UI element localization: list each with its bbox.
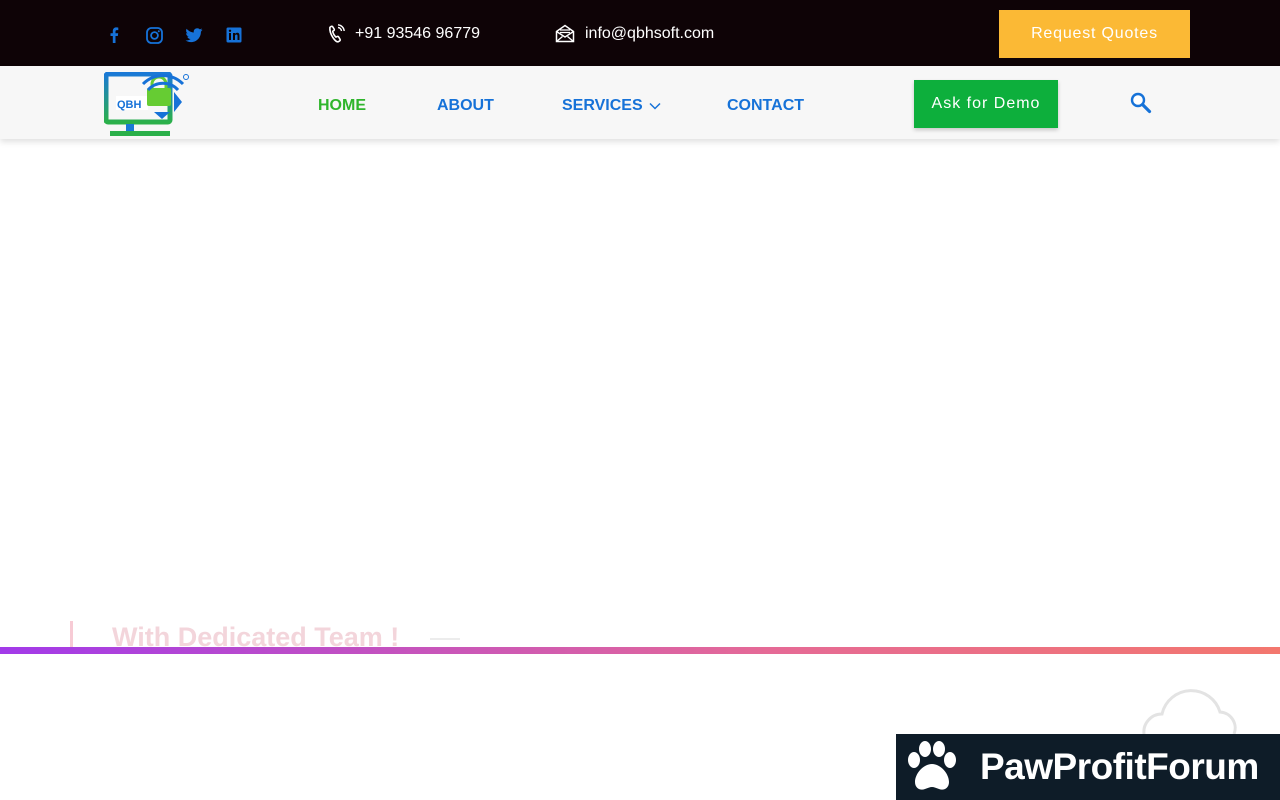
search-icon[interactable] <box>1130 92 1152 119</box>
nav-about[interactable]: ABOUT <box>437 97 494 115</box>
linkedin-icon[interactable] <box>225 26 243 44</box>
mail-icon <box>555 24 575 43</box>
heading-underline <box>430 638 460 640</box>
instagram-icon[interactable] <box>145 26 163 44</box>
gradient-divider <box>0 647 1280 654</box>
phone-contact[interactable]: +91 93546 96779 <box>327 24 480 44</box>
phone-number: +91 93546 96779 <box>355 25 481 42</box>
qbh-logo-icon: QBH <box>103 71 189 136</box>
chevron-down-icon <box>649 102 661 110</box>
top-bar: +91 93546 96779 info@qbhsoft.com Request… <box>0 0 1280 66</box>
main-navbar: QBH HOME ABOUT SERVICES CONTACT Ask for … <box>0 66 1280 139</box>
watermark-text: PawProfitForum <box>980 746 1259 787</box>
email-contact[interactable]: info@qbhsoft.com <box>555 24 714 43</box>
nav-services-label: SERVICES <box>562 97 643 114</box>
watermark-banner: PawProfitForum <box>896 734 1280 800</box>
cloud-icon <box>1138 684 1238 739</box>
request-quotes-button[interactable]: Request Quotes <box>999 10 1190 58</box>
site-logo[interactable]: QBH <box>103 71 190 138</box>
email-address: info@qbhsoft.com <box>585 24 715 42</box>
nav-contact[interactable]: CONTACT <box>727 97 804 115</box>
logo-text: QBH <box>117 99 142 111</box>
facebook-icon[interactable] <box>105 26 123 44</box>
ask-for-demo-button[interactable]: Ask for Demo <box>914 80 1058 128</box>
paw-icon <box>908 741 956 790</box>
twitter-icon[interactable] <box>185 26 203 44</box>
heading-accent-bar <box>70 621 73 647</box>
phone-icon <box>329 24 345 43</box>
nav-home[interactable]: HOME <box>318 97 366 115</box>
nav-services[interactable]: SERVICES <box>562 97 661 115</box>
